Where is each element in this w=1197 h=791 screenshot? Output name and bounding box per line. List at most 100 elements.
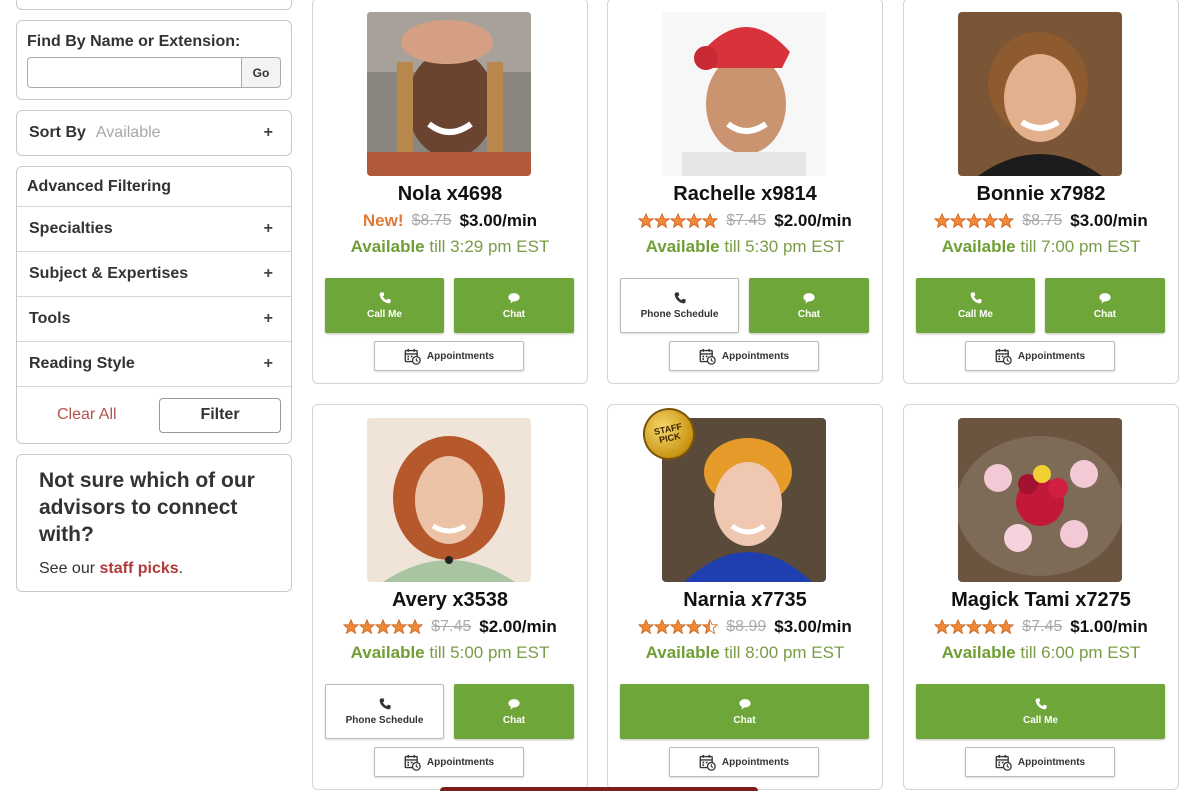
price: $3.00/min <box>774 617 852 636</box>
call-me-button[interactable]: Call Me <box>916 684 1165 739</box>
availability: Available till 3:29 pm EST <box>350 237 550 256</box>
find-label: Find By Name or Extension: <box>27 33 241 50</box>
collapsed-panel <box>16 0 292 10</box>
advisor-name[interactable]: Nola x4698 <box>313 183 587 206</box>
advisor-photo[interactable] <box>367 418 531 582</box>
availability: Available till 8:00 pm EST <box>645 643 845 662</box>
chat-button[interactable]: Chat <box>1045 278 1165 333</box>
calendar-clock-icon <box>404 348 421 365</box>
advanced-filtering-panel: Advanced Filtering Specialties + Subject … <box>16 166 292 444</box>
phone-icon <box>378 291 392 305</box>
advisor-name[interactable]: Rachelle x9814 <box>608 183 882 206</box>
sort-label: Sort By <box>29 124 86 141</box>
filter-button[interactable]: Filter <box>159 397 281 433</box>
chat-button[interactable]: Chat <box>454 684 574 739</box>
find-input[interactable] <box>27 57 242 88</box>
expand-plus-icon: + <box>263 220 273 237</box>
price-line: New! $8.75 $3.00/min <box>313 211 587 231</box>
old-price: $7.45 <box>1022 618 1063 635</box>
star-rating <box>343 619 423 635</box>
expand-plus-icon: + <box>263 124 273 141</box>
advisor-photo[interactable] <box>958 418 1122 582</box>
old-price: $7.45 <box>431 618 472 635</box>
go-button[interactable]: Go <box>242 57 281 88</box>
call-me-button[interactable]: Call Me <box>325 278 444 333</box>
filter-label: Specialties <box>29 220 113 237</box>
promo-heading: Not sure which of our advisors to connec… <box>39 469 255 546</box>
chat-bubble-icon <box>507 291 521 305</box>
appointments-button[interactable]: Appointments <box>965 341 1115 371</box>
chat-button[interactable]: Chat <box>454 278 574 333</box>
chat-bubble-icon <box>802 291 816 305</box>
star-rating <box>934 213 1014 229</box>
promo-text: See our staff picks. <box>39 560 184 577</box>
price: $2.00/min <box>479 617 557 636</box>
phone-schedule-button[interactable]: Phone Schedule <box>325 684 444 739</box>
bottom-bar <box>440 787 758 791</box>
advisor-card: Avery x3538 $7.45 $2.00/min Available ti… <box>312 404 588 790</box>
advisor-card: Magick Tami x7275 $7.45 $1.00/min Availa… <box>903 404 1179 790</box>
phone-icon <box>1034 697 1048 711</box>
phone-icon <box>378 697 392 711</box>
filter-specialties[interactable]: Specialties + <box>17 207 291 252</box>
sort-by-dropdown[interactable]: Sort By Available + <box>16 110 292 156</box>
old-price: $8.75 <box>1022 212 1063 229</box>
old-price: $8.75 <box>411 212 452 229</box>
expand-plus-icon: + <box>263 310 273 327</box>
advisor-name[interactable]: Narnia x7735 <box>608 589 882 612</box>
chat-button[interactable]: Chat <box>620 684 869 739</box>
appointments-button[interactable]: Appointments <box>669 341 819 371</box>
chat-button[interactable]: Chat <box>749 278 869 333</box>
find-advisor-panel: Find By Name or Extension: Go <box>16 20 292 100</box>
advisor-card: Nola x4698 New! $8.75 $3.00/min Availabl… <box>312 0 588 384</box>
filter-label: Tools <box>29 310 71 327</box>
price-line: $8.99 $3.00/min <box>608 617 882 637</box>
appointments-button[interactable]: Appointments <box>374 747 524 777</box>
appointments-button[interactable]: Appointments <box>374 341 524 371</box>
advisor-photo[interactable] <box>367 12 531 176</box>
filter-subject-expertises[interactable]: Subject & Expertises + <box>17 252 291 297</box>
star-rating <box>638 213 718 229</box>
price: $2.00/min <box>774 211 852 230</box>
advisor-photo[interactable] <box>958 12 1122 176</box>
old-price: $7.45 <box>726 212 767 229</box>
staff-picks-link[interactable]: staff picks <box>100 560 179 577</box>
price-line: $7.45 $2.00/min <box>608 211 882 231</box>
filter-label: Reading Style <box>29 355 135 372</box>
appointments-button[interactable]: Appointments <box>965 747 1115 777</box>
phone-icon <box>673 291 687 305</box>
calendar-clock-icon <box>699 348 716 365</box>
staff-picks-promo: Not sure which of our advisors to connec… <box>16 454 292 592</box>
price-line: $7.45 $1.00/min <box>904 617 1178 637</box>
appointments-button[interactable]: Appointments <box>669 747 819 777</box>
calendar-clock-icon <box>699 754 716 771</box>
availability: Available till 6:00 pm EST <box>941 643 1141 662</box>
new-badge: New! <box>362 211 404 230</box>
expand-plus-icon: + <box>263 265 273 282</box>
price: $3.00/min <box>1070 211 1148 230</box>
filter-tools[interactable]: Tools + <box>17 297 291 342</box>
calendar-clock-icon <box>995 348 1012 365</box>
price-line: $8.75 $3.00/min <box>904 211 1178 231</box>
phone-schedule-button[interactable]: Phone Schedule <box>620 278 739 333</box>
price: $3.00/min <box>459 211 538 230</box>
star-rating <box>638 619 718 635</box>
advanced-filtering-title: Advanced Filtering <box>17 167 291 207</box>
advisor-card: Bonnie x7982 $8.75 $3.00/min Available t… <box>903 0 1179 384</box>
advisor-name[interactable]: Bonnie x7982 <box>904 183 1178 206</box>
clear-all-link[interactable]: Clear All <box>57 406 117 424</box>
chat-bubble-icon <box>507 697 521 711</box>
advisor-name[interactable]: Avery x3538 <box>313 589 587 612</box>
calendar-clock-icon <box>404 754 421 771</box>
chat-bubble-icon <box>1098 291 1112 305</box>
availability: Available till 7:00 pm EST <box>941 237 1141 256</box>
call-me-button[interactable]: Call Me <box>916 278 1035 333</box>
filter-reading-style[interactable]: Reading Style + <box>17 342 291 387</box>
advisor-name[interactable]: Magick Tami x7275 <box>904 589 1178 612</box>
calendar-clock-icon <box>995 754 1012 771</box>
price-line: $7.45 $2.00/min <box>313 617 587 637</box>
star-rating <box>934 619 1014 635</box>
chat-bubble-icon <box>738 697 752 711</box>
advisor-photo[interactable] <box>662 12 826 176</box>
availability: Available till 5:00 pm EST <box>350 643 550 662</box>
